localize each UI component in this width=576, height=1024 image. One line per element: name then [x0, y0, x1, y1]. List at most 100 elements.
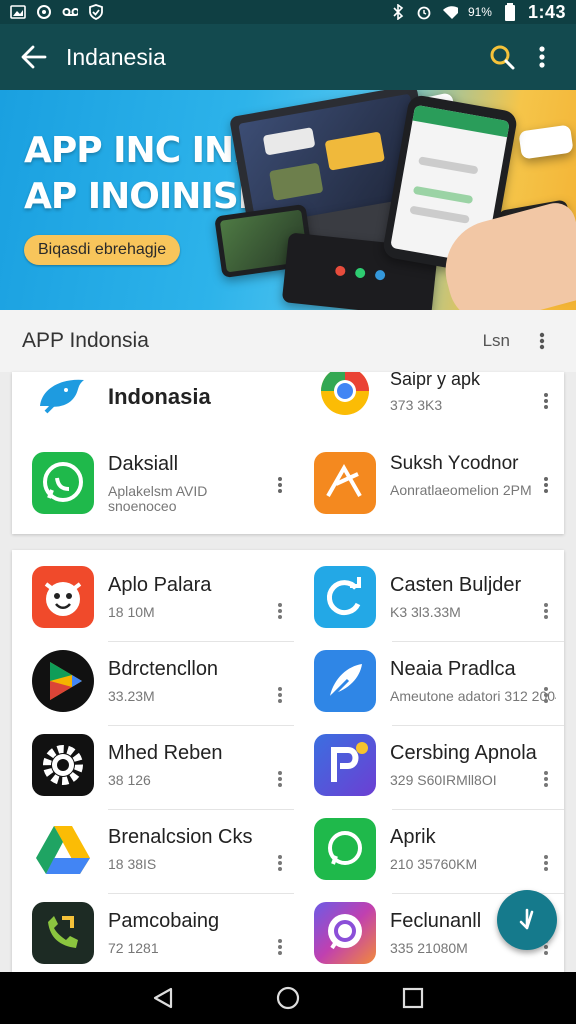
- shield-icon: [88, 4, 104, 20]
- status-bar: 91% 1:43: [0, 0, 576, 24]
- app-meta: 18 10M: [108, 605, 155, 620]
- app-meta: 38 126: [108, 773, 151, 788]
- more-vert-icon: [539, 332, 545, 350]
- app-meta: 373 3K3: [390, 398, 443, 413]
- app-meta: 329 S60IRMll8OI: [390, 773, 497, 788]
- more-vert-icon: [544, 603, 548, 619]
- section-menu-button[interactable]: [530, 329, 554, 353]
- list-item[interactable]: Cersbing Apnola 329 S60IRMll8OI: [314, 734, 556, 796]
- promo-banner[interactable]: APP INC INDAGIM AP INOINISIA Biqasdi ebr…: [0, 90, 576, 310]
- nav-home-button[interactable]: [266, 976, 310, 1020]
- featured-apps-card: Indonasia Saipr y apk 373 3K3 Daksiall A…: [12, 372, 564, 534]
- list-item[interactable]: Brenalcsion Cks 18 38IS: [32, 818, 274, 880]
- chrome-like-icon: [314, 372, 376, 422]
- app-name: Pamcobaing: [108, 910, 220, 932]
- search-button[interactable]: [482, 37, 522, 77]
- list-item[interactable]: Indonasia: [32, 372, 274, 428]
- app-name: Mhed Reben: [108, 742, 223, 764]
- app-name: Casten Buljder: [390, 574, 522, 596]
- p-letter-icon: [314, 734, 376, 796]
- app-name: Aprik: [390, 826, 436, 848]
- voicemail-icon: [62, 4, 78, 20]
- item-menu-button[interactable]: [270, 764, 290, 794]
- banner-button[interactable]: Biqasdi ebrehagje: [24, 235, 181, 265]
- list-item[interactable]: Saipr y apk 373 3K3: [314, 372, 556, 422]
- list-item[interactable]: Suksh Ycodnor Aonratlaeomelion 2PM: [314, 452, 556, 514]
- battery-percent: 91%: [467, 5, 492, 19]
- fab-button[interactable]: [497, 890, 557, 950]
- row-divider: [392, 725, 564, 726]
- list-item[interactable]: Mhed Reben 38 126: [32, 734, 274, 796]
- more-vert-icon: [278, 855, 282, 871]
- bird-icon: [32, 372, 94, 428]
- nav-home-icon: [276, 986, 300, 1010]
- gear-icon: [32, 734, 94, 796]
- item-menu-button[interactable]: [270, 596, 290, 626]
- list-item[interactable]: Casten Buljder K3 3l3.33M: [314, 566, 556, 628]
- system-nav-bar: [0, 972, 576, 1024]
- app-name: Brenalcsion Cks: [108, 826, 253, 848]
- more-vert-icon: [544, 771, 548, 787]
- app-name: Aplo Palara: [108, 574, 212, 596]
- arrow-down-icon: [519, 908, 534, 930]
- page-title: Indanesia: [66, 43, 166, 70]
- list-item[interactable]: Pamcobaing 72 1281: [32, 902, 274, 964]
- more-vert-icon: [278, 771, 282, 787]
- sync-icon: [36, 4, 52, 20]
- list-item[interactable]: Aprik 210 35760KM: [314, 818, 556, 880]
- app-meta: 72 1281: [108, 941, 159, 956]
- app-name: Indonasia: [108, 384, 211, 409]
- more-vert-icon: [544, 477, 548, 493]
- app-meta: Aonratlaeomelion 2PM: [390, 483, 532, 498]
- list-item[interactable]: Bdrctencllon 33.23M: [32, 650, 274, 712]
- more-vert-icon: [278, 477, 282, 493]
- item-menu-button[interactable]: [270, 932, 290, 962]
- app-name: Suksh Ycodnor: [390, 453, 519, 474]
- row-divider: [108, 725, 294, 726]
- item-menu-button[interactable]: [536, 848, 556, 878]
- item-menu-button[interactable]: [536, 680, 556, 710]
- section-action-link[interactable]: Lsn: [483, 331, 510, 351]
- arrow-left-icon: [21, 45, 47, 69]
- list-item[interactable]: Aplo Palara 18 10M: [32, 566, 274, 628]
- overflow-menu-button[interactable]: [522, 37, 562, 77]
- battery-icon: [502, 3, 518, 21]
- item-menu-button[interactable]: [270, 470, 290, 500]
- banner-card-image: [518, 124, 574, 160]
- app-meta: 18 38IS: [108, 857, 157, 872]
- item-menu-button[interactable]: [270, 848, 290, 878]
- item-menu-button[interactable]: [536, 386, 556, 416]
- app-name: Cersbing Apnola: [390, 742, 537, 764]
- item-menu-button[interactable]: [536, 470, 556, 500]
- app-name: Bdrctencllon: [108, 658, 219, 680]
- section-title: APP Indonsia: [22, 329, 149, 352]
- list-item[interactable]: Neaia Pradlca Ameutone adatori 312 20041G: [314, 650, 556, 712]
- more-vert-icon: [278, 939, 282, 955]
- bluetooth-icon: [390, 4, 406, 20]
- app-meta: Ameutone adatori 312 20041G: [390, 689, 556, 704]
- list-item[interactable]: Daksiall Aplakelsm AVID snoenoceo: [32, 452, 274, 514]
- section-header: APP Indonsia Lsn: [0, 310, 576, 372]
- search-icon: [490, 45, 515, 70]
- more-vert-icon: [278, 603, 282, 619]
- play-icon: [32, 650, 94, 712]
- item-menu-button[interactable]: [536, 596, 556, 626]
- back-button[interactable]: [14, 37, 54, 77]
- wifi-icon: [442, 4, 458, 20]
- row-divider: [392, 641, 564, 642]
- item-menu-button[interactable]: [270, 680, 290, 710]
- app-meta: 33.23M: [108, 689, 155, 704]
- more-vert-icon: [544, 855, 548, 871]
- clock: 1:43: [527, 1, 566, 22]
- app-name: Neaia Pradlca: [390, 658, 516, 680]
- app-bar: Indanesia: [0, 24, 576, 90]
- feather-icon: [314, 650, 376, 712]
- alarm-icon: [416, 4, 432, 20]
- app-meta: 210 35760KM: [390, 857, 478, 872]
- item-menu-button[interactable]: [536, 764, 556, 794]
- banner-title-line2: AP INOINISIA: [24, 176, 278, 217]
- nav-recents-button[interactable]: [391, 976, 435, 1020]
- whatsapp-icon: [32, 452, 94, 514]
- nav-back-button[interactable]: [141, 976, 185, 1020]
- row-divider: [108, 893, 294, 894]
